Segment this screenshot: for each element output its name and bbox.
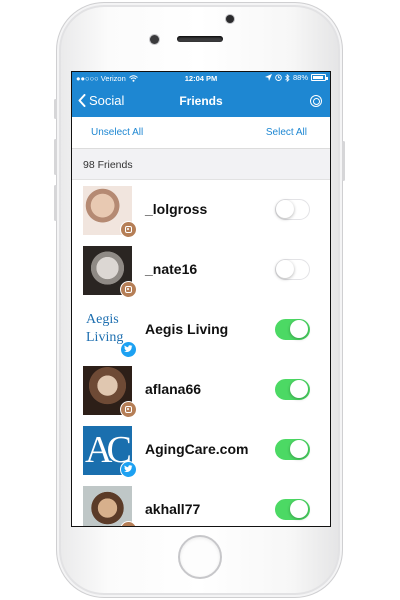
battery-icon <box>311 74 328 81</box>
aegis-logo-line1: Aegis <box>86 312 119 327</box>
friend-toggle[interactable] <box>275 439 310 460</box>
battery-percent: 88% <box>292 73 308 82</box>
toggle-knob <box>290 440 308 458</box>
toggle-knob <box>276 200 294 218</box>
status-indicators: 88% <box>264 73 328 82</box>
power-button <box>342 141 345 181</box>
selection-toolbar: Unselect All Select All <box>72 117 330 149</box>
friend-name: _nate16 <box>145 261 198 277</box>
friends-list: _lolgross _nate16 Aegis Living Aegis Liv… <box>72 180 330 526</box>
settings-gear-icon[interactable] <box>310 95 322 107</box>
screen: ●●○○○ Verizon 12:04 PM 88% Social Friend… <box>71 71 331 527</box>
front-camera-icon <box>150 35 159 44</box>
earpiece-speaker <box>177 36 223 42</box>
list-item: AC AgingCare.com <box>72 420 330 480</box>
aegis-logo-line2: Living <box>86 330 124 345</box>
back-label: Social <box>89 93 125 108</box>
list-item: aflana66 <box>72 360 330 420</box>
unselect-all-button[interactable]: Unselect All <box>91 127 143 138</box>
list-item: _lolgross <box>72 180 330 240</box>
location-arrow-icon <box>264 74 272 81</box>
status-bar: ●●○○○ Verizon 12:04 PM 88% <box>72 72 330 86</box>
friend-toggle[interactable] <box>275 499 310 520</box>
instagram-icon <box>120 401 137 418</box>
mute-switch <box>54 99 57 119</box>
friends-count-header: 98 Friends <box>72 149 330 180</box>
friend-name: AgingCare.com <box>145 441 249 457</box>
toggle-knob <box>276 260 294 278</box>
instagram-icon <box>120 521 137 526</box>
avatar <box>83 486 132 526</box>
instagram-icon <box>120 221 137 238</box>
friend-toggle[interactable] <box>275 199 310 220</box>
volume-up-button <box>54 139 57 175</box>
toggle-knob <box>290 380 308 398</box>
camera-icon <box>226 15 234 23</box>
volume-down-button <box>54 185 57 221</box>
friend-name: _lolgross <box>145 201 208 217</box>
instagram-icon <box>120 281 137 298</box>
list-item: akhall77 <box>72 480 330 526</box>
twitter-icon <box>120 461 137 478</box>
friend-toggle[interactable] <box>275 319 310 340</box>
friend-name: Aegis Living <box>145 321 229 337</box>
bluetooth-icon <box>285 73 290 82</box>
chevron-left-icon <box>78 94 86 107</box>
twitter-icon <box>120 341 137 358</box>
list-item: Aegis Living Aegis Living <box>72 300 330 360</box>
home-button[interactable] <box>178 535 222 579</box>
select-all-button[interactable]: Select All <box>266 127 307 138</box>
toggle-knob <box>290 320 308 338</box>
list-item: _nate16 <box>72 240 330 300</box>
back-button[interactable]: Social <box>78 93 124 108</box>
friend-toggle[interactable] <box>275 259 310 280</box>
friend-toggle[interactable] <box>275 379 310 400</box>
alarm-clock-icon <box>275 74 282 81</box>
friend-name: akhall77 <box>145 501 201 517</box>
nav-bar: Social Friends <box>72 86 330 117</box>
friend-name: aflana66 <box>145 381 202 397</box>
toggle-knob <box>290 500 308 518</box>
